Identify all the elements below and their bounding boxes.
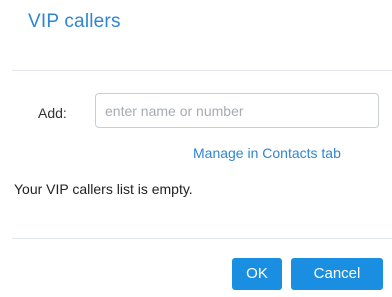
add-label: Add: [38,105,67,121]
add-caller-input[interactable] [95,93,379,128]
footer-divider [12,238,392,239]
ok-button[interactable]: OK [232,258,282,290]
dialog-title: VIP callers [28,11,121,32]
vip-callers-dialog: VIP callers Add: Manage in Contacts tab … [0,0,392,297]
header-divider [12,70,392,71]
manage-in-contacts-link[interactable]: Manage in Contacts tab [193,145,341,161]
cancel-button[interactable]: Cancel [291,258,383,290]
empty-list-message: Your VIP callers list is empty. [14,181,193,197]
